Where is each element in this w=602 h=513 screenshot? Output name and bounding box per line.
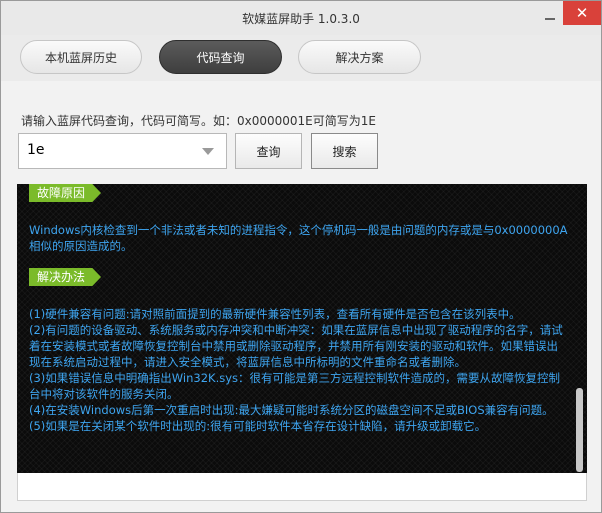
minimize-button[interactable]: [537, 5, 563, 27]
solution-label: 解决办法: [29, 268, 102, 286]
code-combobox[interactable]: [18, 133, 227, 169]
close-icon: ✕: [575, 3, 589, 22]
tab-solution[interactable]: 解决方案: [298, 40, 421, 74]
query-button[interactable]: 查询: [235, 133, 302, 169]
tab-bar: 本机蓝屏历史 代码查询 解决方案: [1, 35, 601, 81]
scrollbar[interactable]: [575, 184, 583, 473]
tab-history[interactable]: 本机蓝屏历史: [20, 40, 142, 74]
result-panel: 故障原因 Windows内核检查到一个非法或者未知的进程指令，这个停机码一般是由…: [17, 184, 587, 473]
bottom-strip: [17, 473, 587, 501]
minimize-icon: [545, 18, 555, 20]
app-window: 软媒蓝屏助手 1.0.3.0 ✕ 本机蓝屏历史 代码查询 解决方案 请输入蓝屏代…: [0, 0, 602, 513]
window-title: 软媒蓝屏助手 1.0.3.0: [242, 12, 360, 26]
solution-item: (5)如果是在关闭某个软件时出现的:很有可能时软件本省存在设计缺陷，请升级或卸载…: [29, 419, 487, 433]
code-input[interactable]: [27, 142, 187, 158]
search-button[interactable]: 搜索: [311, 133, 378, 169]
solution-item: (2)有问题的设备驱动、系统服务或内存冲突和中断冲突：如果在蓝屏信息中出现了驱动…: [29, 323, 563, 369]
cause-label: 故障原因: [29, 184, 102, 202]
solution-item: (1)硬件兼容有问题:请对照前面提到的最新硬件兼容性列表，查看所有硬件是否包含在…: [29, 307, 521, 321]
solution-list: (1)硬件兼容有问题:请对照前面提到的最新硬件兼容性列表，查看所有硬件是否包含在…: [29, 306, 569, 434]
close-button[interactable]: ✕: [563, 1, 601, 25]
chevron-down-icon[interactable]: [202, 148, 214, 155]
tab-code-query[interactable]: 代码查询: [159, 40, 282, 74]
query-hint: 请输入蓝屏代码查询，代码可简写。如：0x0000001E可简写为1E: [21, 114, 376, 128]
title-bar[interactable]: 软媒蓝屏助手 1.0.3.0 ✕: [1, 1, 601, 35]
solution-item: (4)在安装Windows后第一次重启时出现:最大嫌疑可能时系统分区的磁盘空间不…: [29, 403, 554, 417]
scrollbar-thumb[interactable]: [576, 388, 583, 472]
cause-text: Windows内核检查到一个非法或者未知的进程指令，这个停机码一般是由问题的内存…: [29, 223, 568, 253]
solution-item: (3)如果错误信息中明确指出Win32K.sys：很有可能是第三方远程控制软件造…: [29, 371, 561, 401]
